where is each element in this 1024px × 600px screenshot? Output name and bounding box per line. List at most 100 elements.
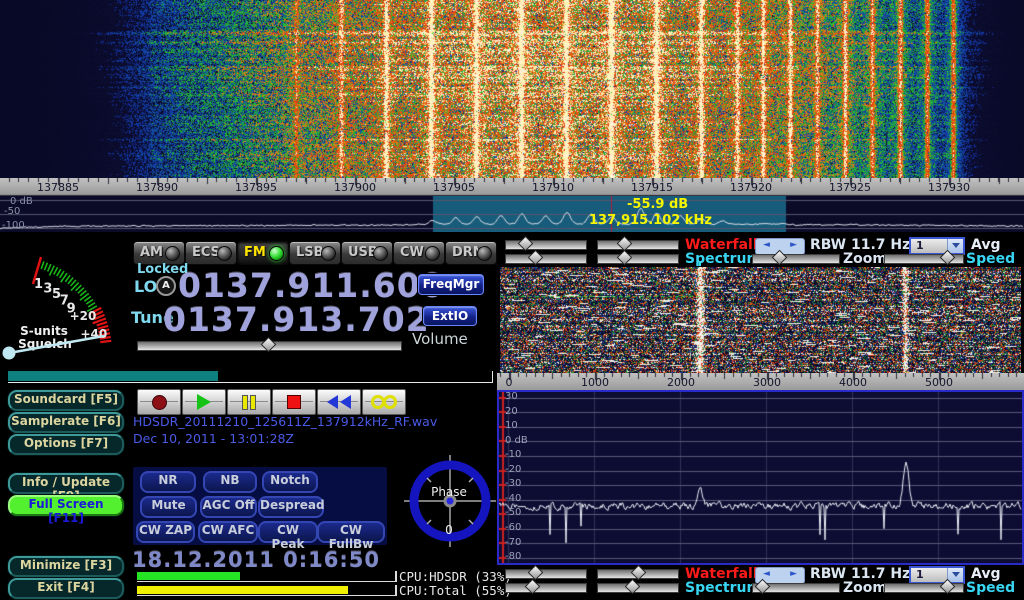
af-db-label: -20	[505, 464, 521, 475]
cursor-frequency-readout: 137,915.102 kHz	[589, 213, 712, 228]
af-freq-scale-label: 3000	[753, 376, 781, 389]
menu-button-full-screen-f11[interactable]: Full Screen [F11]	[8, 495, 124, 516]
menu-button-options-f7[interactable]: Options [F7]	[8, 434, 124, 455]
lo-label: LO	[134, 277, 157, 296]
spectrum-brightness-slider-thumb[interactable]	[528, 250, 544, 266]
dsp-button-nb[interactable]: NB	[203, 471, 257, 493]
menu-button-samplerate-f6[interactable]: Samplerate [F6]	[8, 412, 124, 433]
left-arrow-icon[interactable]: ◄	[763, 569, 770, 579]
stop-icon	[273, 390, 315, 414]
menu-button-soundcard-f5[interactable]: Soundcard [F5]	[8, 390, 124, 411]
mode-led-am	[165, 246, 180, 261]
right-arrow-icon[interactable]: ►	[790, 569, 797, 579]
spectrum-contrast-slider[interactable]	[597, 254, 679, 264]
af-freq-scale-label: 5000	[925, 376, 953, 389]
spectrum-brightness-slider-thumb[interactable]	[525, 579, 541, 595]
mode-label: LSB	[296, 245, 324, 260]
mode-button-drm[interactable]: DRM	[445, 241, 497, 265]
stop-button[interactable]	[272, 389, 316, 415]
dsp-button-cw-fullbw[interactable]: CW FullBw	[317, 521, 385, 543]
cursor-level-readout: -55.9 dB	[627, 197, 688, 212]
dsp-button-notch[interactable]: Notch	[262, 471, 318, 493]
loop-button[interactable]	[362, 389, 406, 415]
pause-button[interactable]	[227, 389, 271, 415]
avg-dropdown[interactable]: 1	[909, 566, 965, 584]
record-button[interactable]	[137, 389, 181, 415]
speed-label: Speed	[966, 251, 1015, 267]
squelch-knob[interactable]	[3, 347, 16, 360]
af-db-label: 30	[505, 391, 518, 402]
play-button[interactable]	[182, 389, 226, 415]
menu-button-exit-f4[interactable]: Exit [F4]	[8, 578, 124, 599]
overview-db-label: -50	[4, 206, 20, 217]
af-db-label: -50	[505, 507, 521, 518]
zoom-slider[interactable]	[752, 583, 840, 593]
mode-button-fm[interactable]: FM	[237, 241, 289, 265]
menu-button-minimize-f3[interactable]: Minimize [F3]	[8, 556, 124, 577]
hdsdr-window: 1378851378901378951379001379051379101379…	[0, 0, 1024, 600]
spectrum-contrast-slider-thumb[interactable]	[617, 250, 633, 266]
dsp-button-agc-off[interactable]: AGC Off	[200, 496, 257, 518]
af-waterfall-display[interactable]	[500, 267, 1021, 373]
s-meter[interactable]: 13579+20+40S-unitsSquelch	[0, 236, 130, 386]
speed-label: Speed	[966, 580, 1015, 596]
s-units-label: S-units	[20, 324, 68, 338]
extio-button[interactable]: ExtIO	[423, 306, 477, 326]
dsp-button-mute[interactable]: Mute	[140, 496, 197, 518]
rewind-triangle	[340, 395, 351, 409]
record-icon	[138, 390, 180, 414]
overview-db-label: -100	[2, 220, 25, 231]
spectrum-brightness-slider[interactable]	[505, 254, 587, 264]
waterfall-brightness-slider[interactable]	[505, 240, 587, 250]
waterfall-contrast-slider-thumb[interactable]	[631, 565, 647, 581]
avg-dropdown[interactable]: 1	[909, 237, 965, 255]
main-waterfall-display[interactable]	[0, 0, 1024, 178]
mode-button-usb[interactable]: USB	[341, 241, 393, 265]
mode-led-cw	[425, 246, 440, 261]
left-arrow-icon[interactable]: ◄	[763, 240, 770, 250]
dsp-button-cw-zap[interactable]: CW ZAP	[136, 521, 195, 543]
waterfall-contrast-slider[interactable]	[597, 240, 679, 250]
freq-scale-label: 137925	[829, 181, 871, 194]
phase-label: Phase	[431, 485, 467, 499]
waterfall-brightness-slider-thumb[interactable]	[518, 236, 534, 252]
spectrum-contrast-slider-thumb[interactable]	[625, 579, 641, 595]
loop-icon	[363, 390, 405, 414]
spectrum-label: Spectrum	[685, 251, 761, 267]
speed-slider[interactable]	[884, 583, 964, 593]
recording-filename: HDSDR_20111210_125611Z_137912kHz_RF.wav	[133, 414, 437, 429]
right-arrow-icon[interactable]: ►	[790, 240, 797, 250]
mode-button-cw[interactable]: CW	[393, 241, 445, 265]
freqmgr-button[interactable]: FreqMgr	[418, 274, 484, 295]
af-spectrum-display[interactable]	[499, 392, 1022, 563]
cpu-total-fill	[137, 586, 348, 594]
dsp-button-despread[interactable]: Despread	[258, 496, 324, 518]
af-freq-scale-label: 0	[506, 376, 513, 389]
rewind-button[interactable]	[317, 389, 361, 415]
volume-slider-thumb[interactable]	[261, 337, 277, 353]
tune-frequency-display[interactable]: 0137.913.702	[163, 300, 430, 339]
spectrum-brightness-slider[interactable]	[505, 583, 587, 593]
volume-slider[interactable]	[137, 341, 402, 351]
mode-button-ecss[interactable]: ECSS	[185, 241, 237, 265]
mode-button-lsb[interactable]: LSB	[289, 241, 341, 265]
overview-spectrum-display[interactable]	[0, 196, 1024, 232]
mode-led-drm	[477, 246, 492, 261]
s-meter-gauge[interactable]: 13579+20+40S-unitsSquelch	[0, 236, 130, 386]
lo-lock-letter: A	[162, 280, 170, 291]
waterfall-contrast-slider[interactable]	[597, 569, 679, 579]
dsp-button-cw-peak[interactable]: CW Peak	[258, 521, 318, 543]
waterfall-brightness-slider[interactable]	[505, 569, 587, 579]
af-db-label: -60	[505, 522, 521, 533]
spectrum-contrast-slider[interactable]	[597, 583, 679, 593]
freq-scale-label: 137920	[730, 181, 772, 194]
loop-ring	[383, 395, 397, 409]
menu-button-info-update-f9[interactable]: Info / Update [F9]	[8, 473, 124, 494]
speed-slider[interactable]	[884, 254, 964, 264]
dsp-button-nr[interactable]: NR	[140, 471, 196, 493]
dsp-button-cw-afc[interactable]: CW AFC	[198, 521, 258, 543]
lo-lock-button[interactable]: A	[156, 276, 176, 296]
mode-label: AM	[140, 245, 163, 260]
waterfall-brightness-slider-thumb[interactable]	[528, 565, 544, 581]
zoom-slider[interactable]	[752, 254, 840, 264]
